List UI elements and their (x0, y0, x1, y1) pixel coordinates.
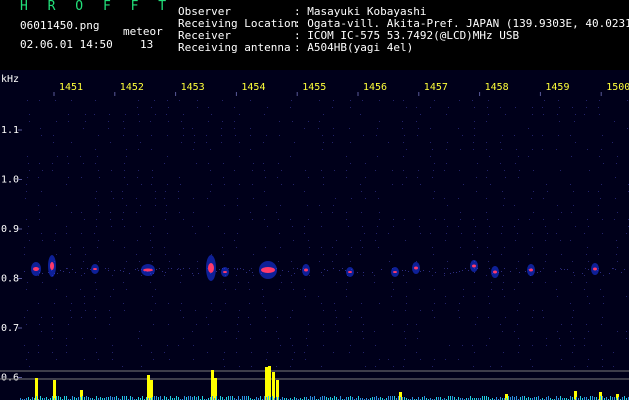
freq-tick-label: 0.8 (1, 274, 19, 285)
signal-bar (272, 372, 275, 400)
meteor-echo-core (393, 271, 397, 273)
signal-bar (268, 366, 271, 400)
freq-tick-label: 1.1 (1, 125, 19, 136)
meteor-echo-core (93, 268, 97, 270)
meteor-echo-core (348, 271, 352, 273)
time-tick-label: 1453 (181, 82, 205, 93)
freq-tick-label: 0.9 (1, 224, 19, 235)
freq-tick-label: 0.7 (1, 323, 19, 334)
signal-bar (211, 370, 214, 400)
meteor-echo-core (529, 268, 533, 272)
time-tick-label: 1454 (241, 82, 265, 93)
time-tick-label: 1500 (606, 82, 629, 93)
meteor-echo-core (143, 268, 153, 272)
time-tick-label: 1456 (363, 82, 387, 93)
meteor-echo-core (414, 266, 418, 270)
time-tick-label: 1455 (302, 82, 326, 93)
time-tick-label: 1451 (59, 82, 83, 93)
spectrogram-background (0, 70, 629, 400)
meteor-echo-core (33, 267, 39, 271)
meteor-echo-core (593, 267, 597, 271)
meteor-echo-core (223, 271, 227, 273)
time-tick-label: 1458 (485, 82, 509, 93)
signal-bar (147, 375, 150, 400)
meteor-echo-core (493, 270, 497, 274)
freq-tick-label: 1.0 (1, 175, 19, 186)
spectrogram-view: kHz 1451 1452 1453 1454 1455 1456 1457 1458 1459… (0, 70, 629, 400)
meteor-echo-core (261, 267, 275, 273)
signal-bar (53, 380, 56, 400)
freq-unit-label: kHz (1, 74, 19, 85)
time-tick-label: 1452 (120, 82, 144, 93)
signal-bar (265, 367, 268, 400)
freq-tick-label: 0.6 (1, 373, 19, 384)
meteor-echo-core (472, 264, 476, 268)
meteor-echo-core (304, 268, 308, 272)
meteor-echo-core (208, 263, 214, 273)
time-tick-label: 1457 (424, 82, 448, 93)
time-tick-label: 1459 (545, 82, 569, 93)
meteor-echo-core (50, 262, 54, 270)
